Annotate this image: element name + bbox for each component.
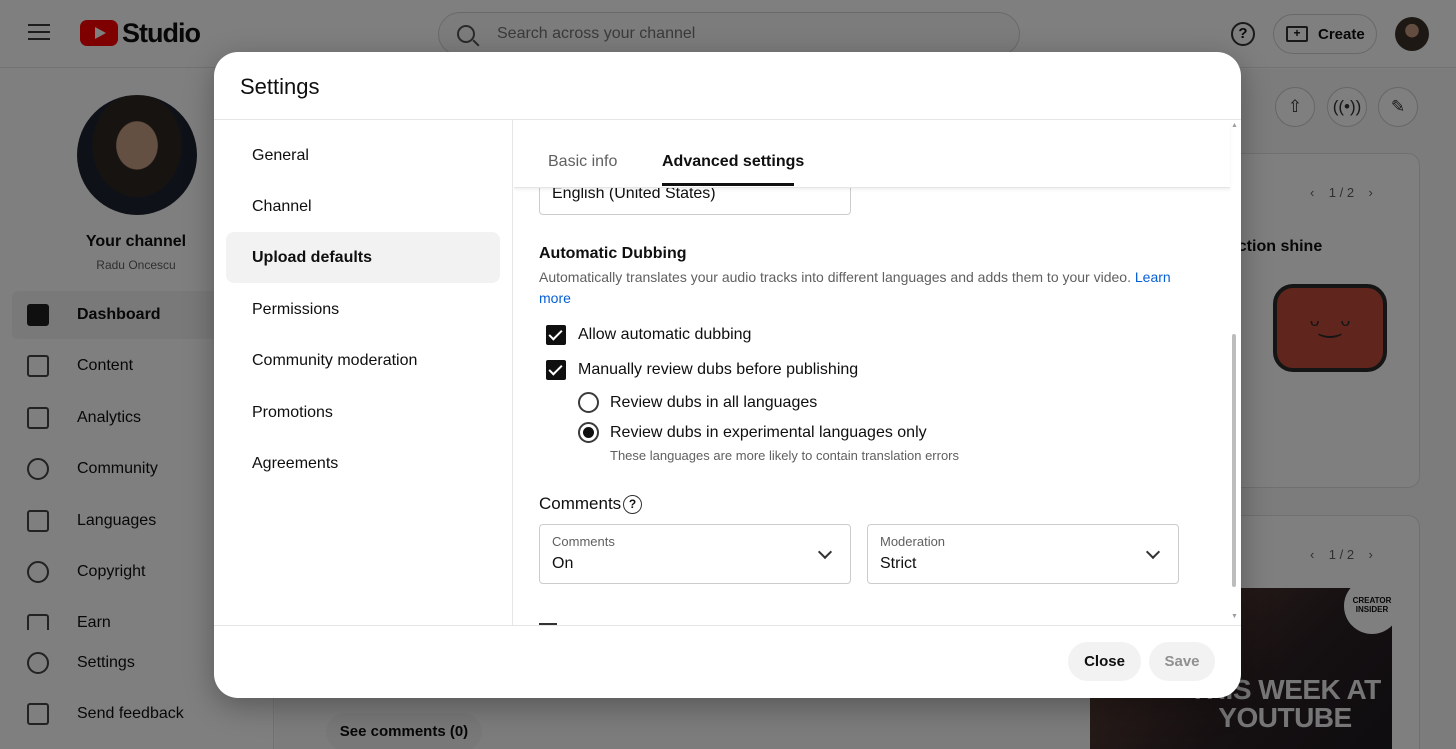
- save-button[interactable]: Save: [1149, 642, 1215, 681]
- review-all-languages-option[interactable]: Review dubs in all languages: [578, 392, 817, 413]
- scrollbar-thumb[interactable]: [1232, 334, 1236, 587]
- settings-nav-general[interactable]: General: [226, 130, 500, 181]
- settings-nav-agreements[interactable]: Agreements: [226, 438, 500, 489]
- manual-review-option[interactable]: Manually review dubs before publishing: [546, 360, 858, 380]
- checkbox-label: Allow automatic dubbing: [578, 326, 752, 343]
- dialog-title: Settings: [240, 74, 320, 99]
- manual-review-checkbox[interactable]: [546, 360, 566, 380]
- automatic-dubbing-description: Automatically translates your audio trac…: [539, 269, 1171, 306]
- settings-nav: General Channel Upload defaults Permissi…: [214, 120, 513, 625]
- review-experimental-option[interactable]: Review dubs in experimental languages on…: [578, 422, 927, 443]
- settings-nav-permissions[interactable]: Permissions: [226, 284, 500, 335]
- review-all-radio[interactable]: [578, 392, 599, 413]
- settings-nav-channel[interactable]: Channel: [226, 181, 500, 232]
- active-tab-indicator: [662, 183, 794, 186]
- comments-heading: Comments: [539, 494, 622, 513]
- divider: [214, 625, 1241, 626]
- tab-bar: Basic info Advanced settings: [514, 120, 1230, 188]
- allow-automatic-dubbing-option[interactable]: Allow automatic dubbing: [546, 325, 751, 345]
- settings-nav-promotions[interactable]: Promotions: [226, 387, 500, 438]
- select-value: On: [552, 555, 574, 572]
- radio-label: Review dubs in all languages: [610, 393, 818, 411]
- tab-advanced-settings[interactable]: Advanced settings: [662, 153, 804, 171]
- experimental-hint: These languages are more likely to conta…: [610, 448, 960, 463]
- settings-nav-community-moderation[interactable]: Community moderation: [226, 335, 500, 386]
- comments-select[interactable]: Comments On: [539, 524, 851, 584]
- close-button[interactable]: Close: [1068, 642, 1141, 681]
- settings-nav-upload-defaults[interactable]: Upload defaults: [226, 232, 500, 283]
- select-label: Comments: [552, 534, 615, 549]
- checkbox-label: Manually review dubs before publishing: [578, 361, 859, 378]
- select-label: Moderation: [880, 534, 946, 549]
- review-experimental-radio[interactable]: [578, 422, 599, 443]
- radio-label: Review dubs in experimental languages on…: [610, 423, 927, 441]
- help-icon[interactable]: ?: [623, 495, 642, 514]
- automatic-dubbing-heading: Automatic Dubbing: [539, 245, 687, 262]
- select-value: Strict: [880, 555, 917, 572]
- scroll-down-arrow[interactable]: ▼: [1231, 613, 1238, 620]
- upload-defaults-panel: Basic info Advanced settings English (Un…: [514, 120, 1241, 625]
- allow-dubbing-checkbox[interactable]: [546, 325, 566, 345]
- settings-dialog: Settings General Channel Upload defaults…: [214, 52, 1241, 698]
- tab-basic-info[interactable]: Basic info: [548, 153, 617, 171]
- moderation-select[interactable]: Moderation Strict: [867, 524, 1179, 584]
- scroll-up-arrow[interactable]: ▲: [1231, 122, 1238, 129]
